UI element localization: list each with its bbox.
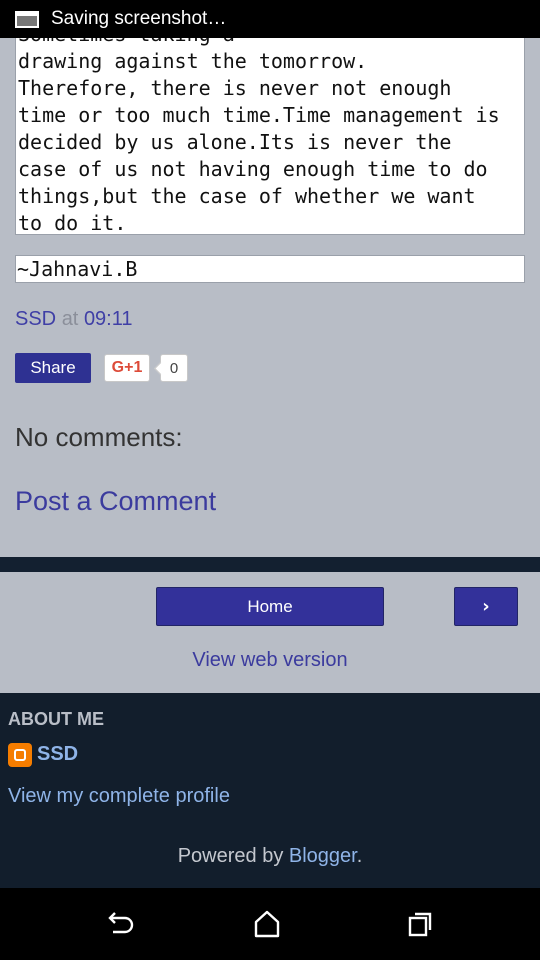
home-nav-button[interactable]	[247, 908, 287, 940]
view-web-version-link[interactable]: View web version	[0, 649, 540, 672]
profile-name-link[interactable]: SSD	[37, 743, 78, 766]
post-line: Therefore, there is never not enough	[18, 76, 452, 100]
home-icon	[254, 910, 280, 938]
web-version-label[interactable]: View web version	[192, 649, 347, 671]
post-line: Sometimes taking a	[18, 38, 235, 46]
recents-icon	[408, 912, 432, 937]
next-page-button[interactable]: ›	[454, 587, 518, 626]
comments-heading: No comments:	[15, 422, 183, 452]
android-nav-bar	[0, 888, 540, 960]
byline-at: at	[61, 308, 79, 330]
post-line: time or too much time.Time management is	[18, 103, 500, 127]
back-button[interactable]	[100, 908, 140, 940]
status-notification-text: Saving screenshot…	[51, 8, 227, 29]
screenshot-icon	[15, 10, 39, 28]
author-link[interactable]: SSD	[15, 308, 56, 330]
about-me-heading: ABOUT ME	[8, 709, 104, 729]
post-line: drawing against the tomorrow.	[18, 49, 368, 73]
blogger-link[interactable]: Blogger	[289, 845, 357, 867]
blogger-icon	[8, 743, 32, 767]
share-button[interactable]: Share	[15, 353, 91, 383]
powered-by: Powered by Blogger.	[0, 845, 540, 868]
post-byline: SSD at 09:11	[15, 308, 133, 331]
timestamp-link[interactable]: 09:11	[84, 308, 133, 330]
post-line: case of us not having enough time to do	[18, 157, 488, 181]
post-line: things,but the case of whether we want	[18, 184, 476, 208]
google-plus-button[interactable]: G+1	[104, 354, 150, 382]
home-button[interactable]: Home	[156, 587, 384, 626]
status-bar: Saving screenshot…	[0, 0, 540, 38]
back-icon	[108, 912, 134, 934]
post-body: Sometimes taking a drawing against the t…	[15, 38, 525, 235]
section-divider	[0, 557, 540, 572]
post-comment-link[interactable]: Post a Comment	[15, 486, 216, 517]
post-text: Sometimes taking a drawing against the t…	[16, 38, 524, 235]
powered-by-prefix: Powered by	[177, 845, 289, 867]
view-profile-link[interactable]: View my complete profile	[8, 785, 230, 808]
post-line: decided by us alone.Its is never the	[18, 130, 452, 154]
recents-button[interactable]	[400, 908, 440, 940]
post-signature: ~Jahnavi.B	[15, 255, 525, 283]
post-line: to do it.	[18, 211, 127, 235]
google-plus-count: 0	[160, 354, 188, 382]
powered-by-suffix: .	[356, 845, 363, 867]
